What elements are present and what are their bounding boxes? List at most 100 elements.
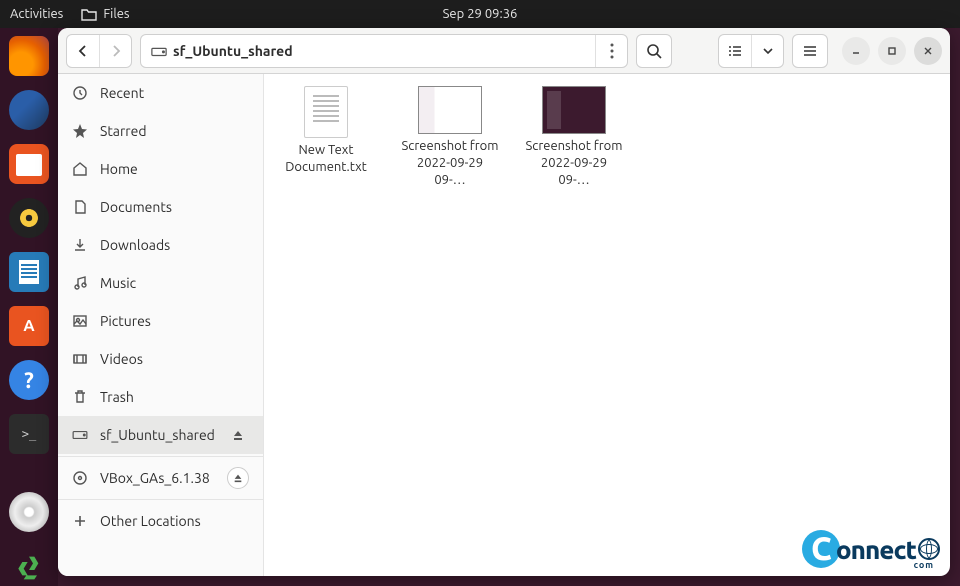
icon-view-button[interactable] <box>719 35 751 67</box>
search-button[interactable] <box>636 34 672 68</box>
file-screenshot-1[interactable]: Screenshot from 2022-09-29 09-… <box>400 86 500 189</box>
path-bar[interactable]: sf_Ubuntu_shared <box>140 34 628 68</box>
dock-firefox[interactable] <box>9 36 49 76</box>
sidebar-downloads[interactable]: Downloads <box>58 226 263 264</box>
watermark-logo: C onnect com <box>802 530 940 568</box>
eject-icon <box>232 429 244 441</box>
sidebar-label: Starred <box>100 123 147 139</box>
dock-help[interactable]: ? <box>9 360 49 400</box>
topbar-datetime[interactable]: Sep 29 09:36 <box>443 7 518 21</box>
eject-icon <box>233 473 243 483</box>
sidebar-label: Home <box>100 161 138 177</box>
sidebar-starred[interactable]: Starred <box>58 112 263 150</box>
dock-files[interactable] <box>9 144 49 184</box>
search-icon <box>646 43 662 59</box>
dock-terminal[interactable] <box>9 414 49 454</box>
topbar-app-label: Files <box>103 7 129 21</box>
top-bar: Activities Files Sep 29 09:36 <box>0 0 960 28</box>
pictures-icon <box>72 313 88 329</box>
view-options-button[interactable] <box>751 35 783 67</box>
chevron-right-icon <box>110 44 122 58</box>
maximize-button[interactable] <box>878 37 906 65</box>
sidebar-label: Downloads <box>100 237 170 253</box>
sidebar-vbox-disc[interactable]: VBox_GAs_6.1.38 <box>58 459 263 497</box>
videos-icon <box>72 351 88 367</box>
hamburger-menu-button[interactable] <box>792 34 828 68</box>
screenshot-thumbnail <box>418 86 482 134</box>
sidebar-label: Trash <box>100 389 134 405</box>
minimize-button[interactable] <box>842 37 870 65</box>
text-file-icon <box>304 86 348 138</box>
dock: ? <box>0 28 58 586</box>
kebab-icon <box>610 43 614 59</box>
dock-libreoffice-writer[interactable] <box>9 252 49 292</box>
drive-icon <box>151 44 167 58</box>
path-more-button[interactable] <box>595 35 627 67</box>
recycle-icon <box>13 550 45 582</box>
watermark-c-icon: C <box>802 530 840 568</box>
plus-icon <box>72 514 88 528</box>
dock-rhythmbox[interactable] <box>9 198 49 238</box>
sidebar-other-locations[interactable]: Other Locations <box>58 502 263 540</box>
sidebar-label: Music <box>100 275 136 291</box>
separator <box>58 456 263 457</box>
activities-label: Activities <box>10 7 63 21</box>
path-segment[interactable]: sf_Ubuntu_shared <box>141 35 303 67</box>
home-icon <box>72 161 88 177</box>
eject-button[interactable] <box>227 467 249 489</box>
file-text-document[interactable]: New Text Document.txt <box>276 86 376 176</box>
watermark-sub: com <box>914 560 934 570</box>
file-label: Screenshot from 2022-09-29 09-… <box>524 138 624 189</box>
forward-button[interactable] <box>99 35 131 67</box>
view-switcher <box>718 34 784 68</box>
hamburger-icon <box>802 44 818 58</box>
sidebar-shared-folder[interactable]: sf_Ubuntu_shared <box>58 416 263 454</box>
files-window: sf_Ubuntu_shared <box>58 28 950 576</box>
eject-button[interactable] <box>227 424 249 446</box>
activities-button[interactable]: Activities <box>10 7 63 21</box>
sidebar-home[interactable]: Home <box>58 150 263 188</box>
drive-icon <box>72 429 88 441</box>
path-label: sf_Ubuntu_shared <box>173 43 293 59</box>
download-icon <box>72 237 88 253</box>
back-button[interactable] <box>67 35 99 67</box>
documents-icon <box>72 199 88 215</box>
disc-icon <box>72 470 88 486</box>
sidebar-label: Recent <box>100 85 144 101</box>
file-label: Screenshot from 2022-09-29 09-… <box>400 138 500 189</box>
sidebar-label: Pictures <box>100 313 151 329</box>
file-grid[interactable]: New Text Document.txt Screenshot from 20… <box>264 74 950 576</box>
sidebar-music[interactable]: Music <box>58 264 263 302</box>
maximize-icon <box>886 45 898 57</box>
dock-thunderbird[interactable] <box>9 90 49 130</box>
dock-mounted-disc[interactable] <box>9 492 49 532</box>
dock-ubuntu-software[interactable] <box>9 306 49 346</box>
sidebar-label: VBox_GAs_6.1.38 <box>100 470 210 486</box>
trash-icon <box>72 389 88 405</box>
separator <box>58 499 263 500</box>
watermark-text: onnect <box>836 535 916 564</box>
topbar-app-indicator[interactable]: Files <box>81 7 129 21</box>
close-icon <box>922 45 934 57</box>
music-icon <box>72 275 88 291</box>
sidebar-label: Videos <box>100 351 143 367</box>
dock-trash[interactable] <box>9 546 49 586</box>
toolbar: sf_Ubuntu_shared <box>58 28 950 74</box>
star-icon <box>72 123 88 139</box>
sidebar-videos[interactable]: Videos <box>58 340 263 378</box>
globe-icon <box>918 538 940 560</box>
screenshot-thumbnail <box>542 86 606 134</box>
window-controls <box>842 37 942 65</box>
chevron-down-icon <box>762 46 774 56</box>
file-screenshot-2[interactable]: Screenshot from 2022-09-29 09-… <box>524 86 624 189</box>
sidebar-trash[interactable]: Trash <box>58 378 263 416</box>
sidebar-pictures[interactable]: Pictures <box>58 302 263 340</box>
folder-icon <box>81 7 97 21</box>
clock-icon <box>72 85 88 101</box>
file-label: New Text Document.txt <box>276 142 376 176</box>
sidebar-documents[interactable]: Documents <box>58 188 263 226</box>
close-button[interactable] <box>914 37 942 65</box>
sidebar-recent[interactable]: Recent <box>58 74 263 112</box>
nav-buttons <box>66 34 132 68</box>
sidebar-label: Documents <box>100 199 172 215</box>
